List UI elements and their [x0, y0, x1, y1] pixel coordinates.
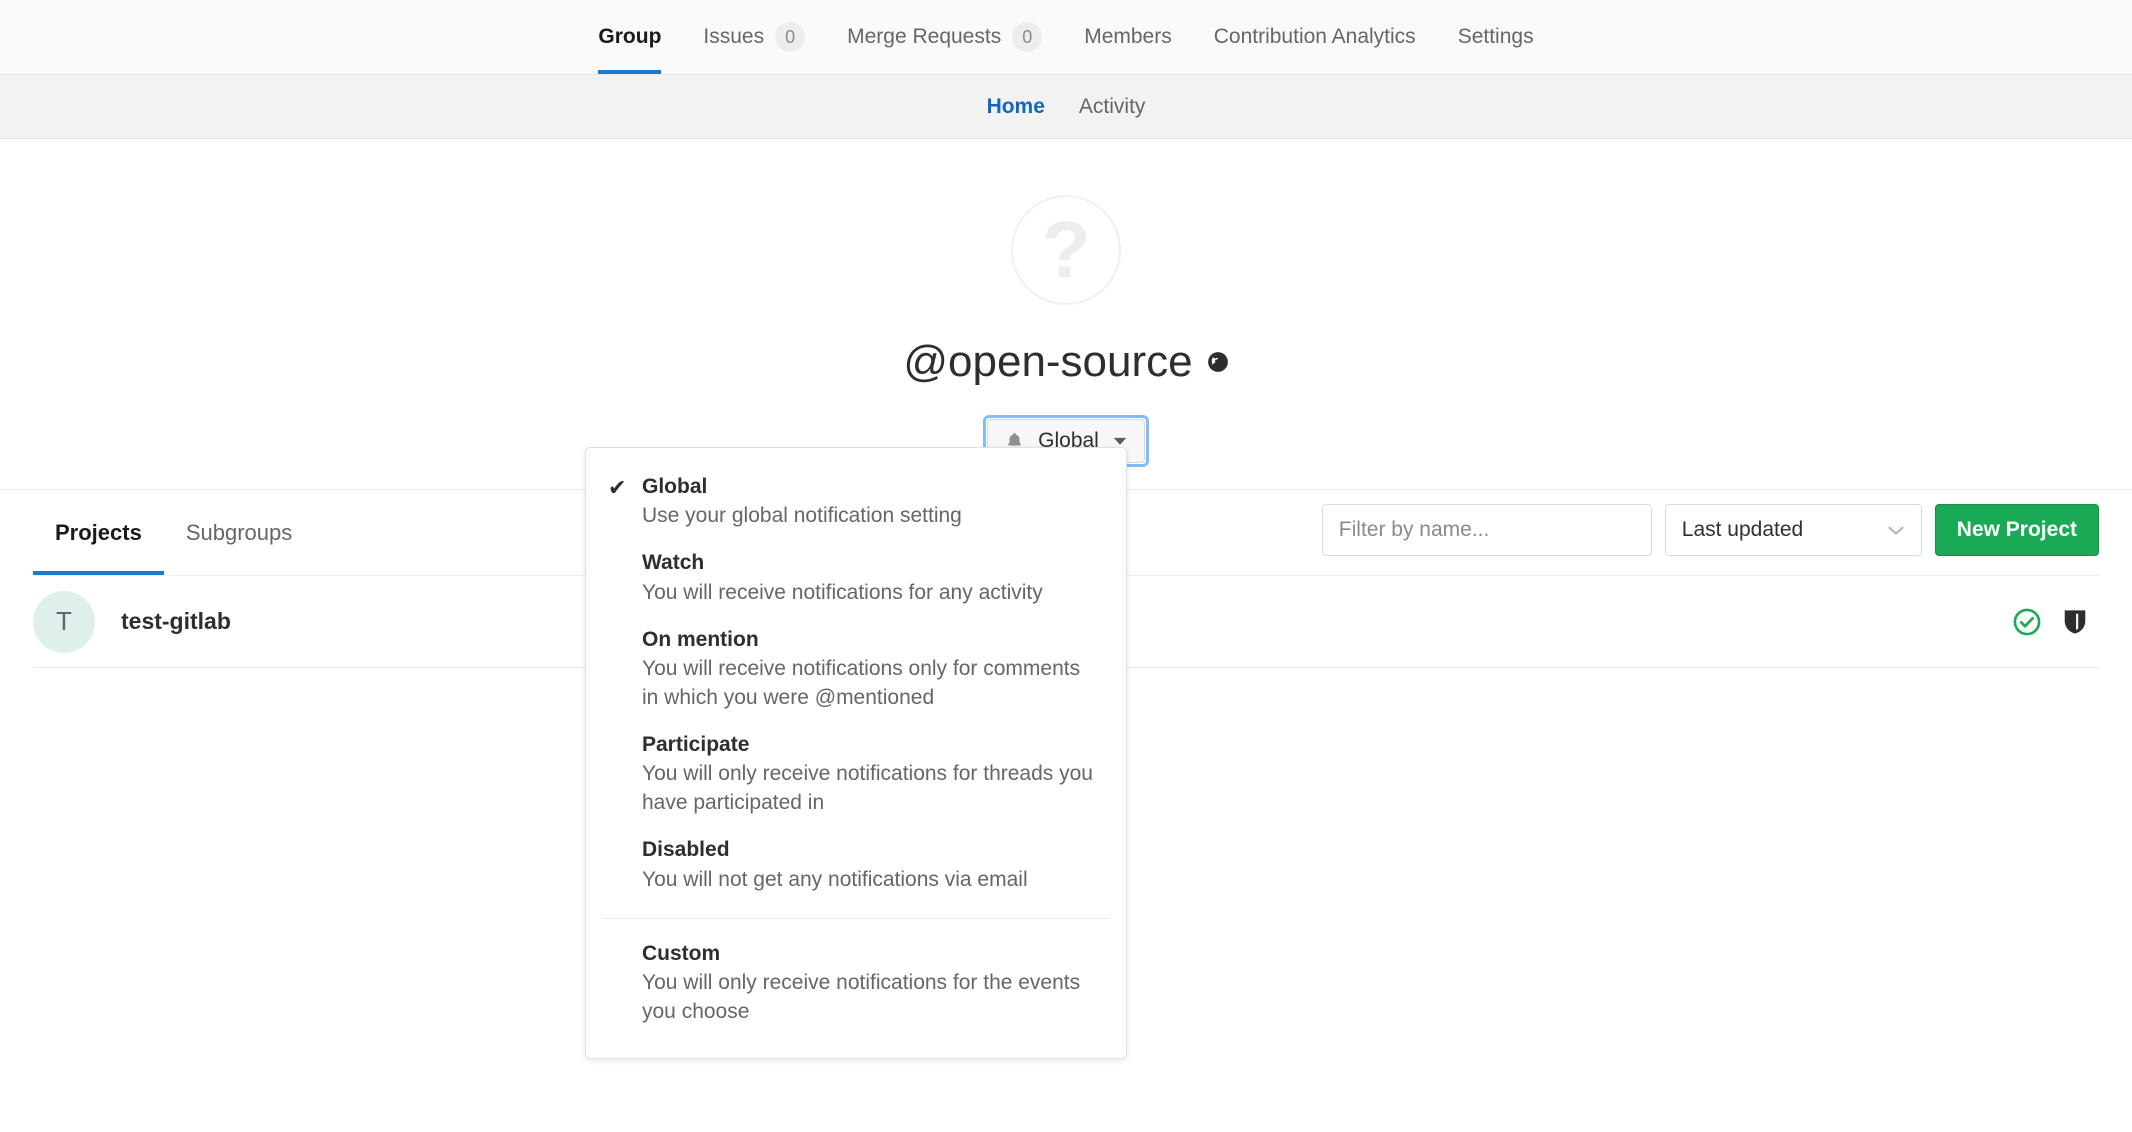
- menu-item-participate-desc: You will only receive notifications for …: [642, 760, 1102, 818]
- issues-count-badge: 0: [775, 22, 805, 52]
- project-row-icons: [2013, 608, 2087, 636]
- group-avatar: ?: [1011, 195, 1121, 305]
- nav-item-members[interactable]: Members: [1063, 0, 1193, 74]
- status-success-icon[interactable]: [2013, 608, 2041, 636]
- menu-item-global[interactable]: ✔ Global Use your global notification se…: [586, 464, 1126, 540]
- sort-dropdown[interactable]: Last updated: [1665, 504, 1922, 556]
- nav-item-contribution-analytics-label: Contribution Analytics: [1214, 25, 1416, 49]
- menu-item-on-mention[interactable]: On mention You will receive notification…: [586, 617, 1126, 722]
- nav-item-merge-requests[interactable]: Merge Requests 0: [826, 0, 1063, 74]
- chevron-down-icon: [1887, 525, 1905, 536]
- sub-navigation: Home Activity: [0, 75, 2132, 139]
- shield-icon[interactable]: [2063, 608, 2087, 636]
- projects-tabs: Projects Subgroups: [33, 490, 314, 575]
- nav-item-group-label: Group: [598, 25, 661, 49]
- group-header: ? @open-source Glo: [0, 139, 2132, 467]
- group-avatar-glyph: ?: [1042, 210, 1091, 290]
- project-name-link[interactable]: test-gitlab: [121, 608, 231, 635]
- filter-by-name-input[interactable]: [1322, 504, 1652, 556]
- caret-down-icon: [1112, 436, 1128, 446]
- top-navigation-items: Group Issues 0 Merge Requests 0 Members …: [577, 0, 1554, 74]
- menu-item-global-title: Global: [642, 473, 1102, 501]
- menu-item-disabled-desc: You will not get any notifications via e…: [642, 866, 1102, 895]
- menu-item-custom-title: Custom: [642, 940, 1102, 968]
- menu-item-watch[interactable]: Watch You will receive notifications for…: [586, 540, 1126, 616]
- menu-item-watch-title: Watch: [642, 549, 1102, 577]
- nav-item-merge-requests-label: Merge Requests: [847, 25, 1001, 49]
- tab-subgroups[interactable]: Subgroups: [164, 490, 314, 575]
- sort-dropdown-value: Last updated: [1682, 518, 1803, 542]
- menu-item-on-mention-title: On mention: [642, 626, 1102, 654]
- menu-item-disabled[interactable]: Disabled You will not get any notificati…: [586, 827, 1126, 903]
- nav-item-members-label: Members: [1084, 25, 1172, 49]
- group-name: @open-source: [903, 337, 1192, 387]
- tab-projects[interactable]: Projects: [33, 490, 164, 575]
- new-project-button-label: New Project: [1957, 518, 2077, 542]
- subnav-item-home[interactable]: Home: [970, 95, 1062, 119]
- menu-item-custom-desc: You will only receive notifications for …: [642, 969, 1102, 1027]
- menu-divider: [602, 918, 1110, 919]
- new-project-button[interactable]: New Project: [1935, 504, 2099, 556]
- nav-item-issues-label: Issues: [703, 25, 764, 49]
- menu-item-on-mention-desc: You will receive notifications only for …: [642, 655, 1102, 713]
- merge-requests-count-badge: 0: [1012, 22, 1042, 52]
- projects-toolbar-controls: Last updated New Project: [1322, 504, 2099, 556]
- avatar-initial: T: [56, 606, 72, 637]
- avatar: T: [33, 591, 95, 653]
- menu-item-watch-desc: You will receive notifications for any a…: [642, 579, 1102, 608]
- nav-item-group[interactable]: Group: [577, 0, 682, 74]
- menu-item-participate-title: Participate: [642, 731, 1102, 759]
- menu-item-participate[interactable]: Participate You will only receive notifi…: [586, 722, 1126, 827]
- nav-item-settings-label: Settings: [1458, 25, 1534, 49]
- subnav-item-activity[interactable]: Activity: [1062, 95, 1163, 119]
- page-title: @open-source: [0, 337, 2132, 387]
- notification-dropdown-menu: ✔ Global Use your global notification se…: [585, 447, 1127, 1059]
- nav-item-issues[interactable]: Issues 0: [682, 0, 826, 74]
- menu-item-disabled-title: Disabled: [642, 836, 1102, 864]
- menu-item-global-desc: Use your global notification setting: [642, 502, 1102, 531]
- menu-item-custom[interactable]: Custom You will only receive notificatio…: [586, 931, 1126, 1036]
- gitlab-group-page: Group Issues 0 Merge Requests 0 Members …: [0, 0, 2132, 1132]
- check-icon: ✔: [608, 474, 626, 503]
- nav-item-settings[interactable]: Settings: [1437, 0, 1555, 74]
- globe-icon: [1207, 351, 1229, 373]
- nav-item-contribution-analytics[interactable]: Contribution Analytics: [1193, 0, 1437, 74]
- top-navigation: Group Issues 0 Merge Requests 0 Members …: [0, 0, 2132, 75]
